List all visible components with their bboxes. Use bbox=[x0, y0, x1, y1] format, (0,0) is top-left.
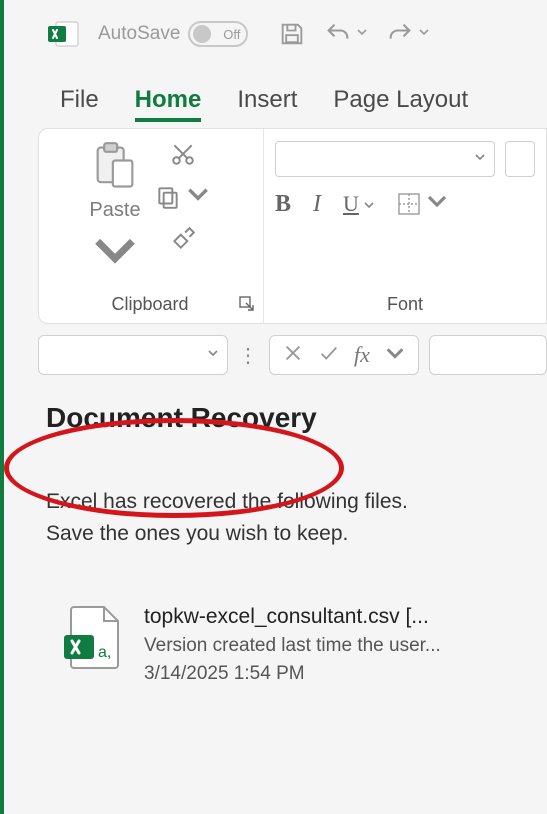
formula-bar-row: ⋮ fx bbox=[38, 334, 547, 376]
ribbon: Paste bbox=[38, 128, 547, 324]
autosave-label: AutoSave bbox=[98, 23, 180, 45]
formula-bar-input[interactable] bbox=[429, 335, 547, 375]
cancel-x-icon[interactable] bbox=[282, 342, 304, 369]
undo-button[interactable] bbox=[324, 20, 368, 48]
name-box[interactable] bbox=[38, 335, 228, 375]
recovered-file-text: topkw-excel_consultant.csv [... Version … bbox=[144, 605, 441, 685]
group-label-font: Font bbox=[387, 294, 423, 317]
format-painter-icon[interactable] bbox=[170, 226, 196, 252]
recovered-file-item[interactable]: a, topkw-excel_consultant.csv [... Versi… bbox=[46, 605, 509, 685]
chevron-down-icon[interactable] bbox=[418, 25, 430, 43]
font-size-dropdown[interactable] bbox=[505, 141, 535, 177]
tab-insert[interactable]: Insert bbox=[237, 86, 297, 122]
recovered-file-date: 3/14/2025 1:54 PM bbox=[144, 663, 441, 685]
recovered-file-version: Version created last time the user... bbox=[144, 635, 441, 657]
ribbon-group-font: B I U Font bbox=[263, 129, 546, 323]
chevron-down-icon[interactable] bbox=[185, 181, 211, 212]
insert-function-button[interactable]: fx bbox=[354, 342, 370, 368]
toggle-knob bbox=[193, 25, 211, 43]
formula-bar-buttons: fx bbox=[269, 335, 419, 375]
chevron-down-icon[interactable] bbox=[363, 191, 375, 217]
clipboard-small-buttons bbox=[155, 141, 211, 252]
tab-page-layout[interactable]: Page Layout bbox=[333, 86, 468, 122]
tab-file[interactable]: File bbox=[60, 86, 99, 122]
redo-button[interactable] bbox=[386, 20, 430, 48]
dialog-launcher-icon[interactable] bbox=[239, 296, 255, 317]
chevron-down-icon[interactable] bbox=[89, 224, 141, 281]
bold-button[interactable]: B bbox=[275, 191, 291, 218]
tab-home[interactable]: Home bbox=[135, 86, 202, 122]
font-name-dropdown[interactable] bbox=[275, 141, 495, 177]
chevron-down-icon[interactable] bbox=[384, 342, 406, 369]
cut-icon[interactable] bbox=[170, 141, 196, 167]
chevron-down-icon bbox=[474, 150, 486, 168]
ribbon-tabs: File Home Insert Page Layout bbox=[4, 68, 547, 122]
save-icon[interactable] bbox=[278, 20, 306, 48]
chevron-down-icon[interactable] bbox=[356, 25, 368, 43]
ribbon-group-clipboard: Paste bbox=[39, 129, 261, 323]
copy-icon[interactable] bbox=[155, 181, 211, 212]
borders-button[interactable] bbox=[397, 189, 449, 219]
excel-file-icon: a, bbox=[64, 605, 122, 674]
recovery-title: Document Recovery bbox=[46, 402, 509, 434]
title-bar: AutoSave Off bbox=[4, 0, 547, 68]
svg-text:a,: a, bbox=[98, 644, 111, 661]
vertical-dots-icon[interactable]: ⋮ bbox=[238, 343, 259, 368]
autosave-control[interactable]: AutoSave Off bbox=[98, 21, 248, 47]
italic-button[interactable]: I bbox=[313, 191, 321, 218]
autosave-toggle[interactable]: Off bbox=[188, 21, 248, 47]
group-label-clipboard: Clipboard bbox=[111, 294, 188, 317]
chevron-down-icon[interactable] bbox=[425, 189, 449, 219]
paste-button[interactable]: Paste bbox=[89, 141, 141, 281]
chevron-down-icon[interactable] bbox=[207, 346, 219, 364]
underline-button[interactable]: U bbox=[343, 191, 375, 217]
document-recovery-pane: Document Recovery Excel has recovered th… bbox=[4, 402, 547, 685]
excel-logo-icon bbox=[48, 18, 80, 50]
paste-label: Paste bbox=[89, 199, 140, 222]
recovered-file-name: topkw-excel_consultant.csv [... bbox=[144, 605, 441, 629]
autosave-state: Off bbox=[223, 27, 240, 42]
enter-check-icon[interactable] bbox=[318, 342, 340, 369]
recovery-description: Excel has recovered the following files.… bbox=[46, 486, 509, 549]
